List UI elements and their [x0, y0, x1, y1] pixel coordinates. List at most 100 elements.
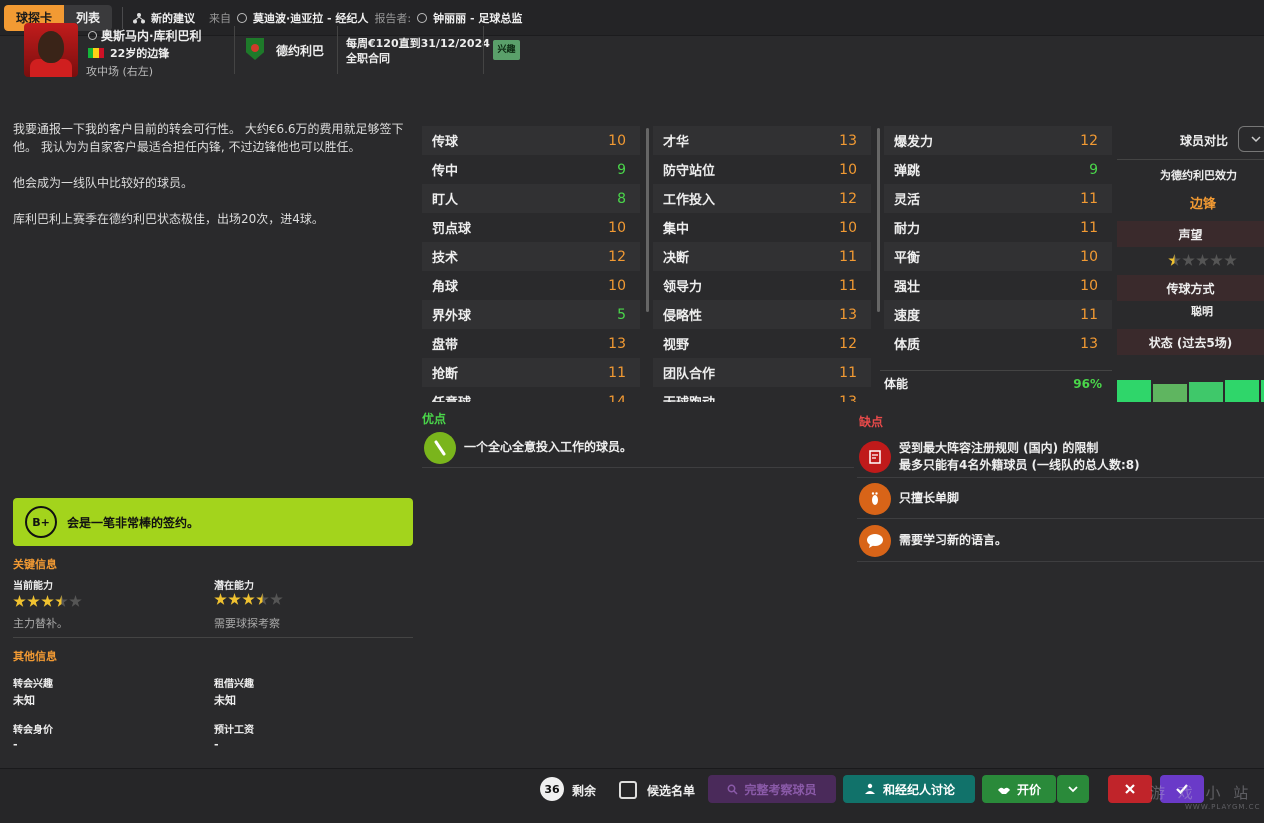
agent-link[interactable]: 莫迪波·迪亚拉 - 经纪人: [253, 10, 368, 26]
attribute-row[interactable]: 决断 11: [653, 242, 871, 271]
other-info-title: 其他信息: [13, 650, 57, 663]
attribute-row[interactable]: 灵活 11: [884, 184, 1112, 213]
offer-options-dropdown[interactable]: [1057, 775, 1089, 803]
compare-dropdown[interactable]: [1238, 126, 1264, 152]
weakness-item: 需要学习新的语言。: [857, 520, 1264, 562]
player-age-role: 22岁的边锋: [110, 47, 170, 60]
full-scout-button[interactable]: 完整考察球员: [708, 775, 836, 803]
attribute-row[interactable]: 弹跳 9: [884, 155, 1112, 184]
attribute-name: 角球: [432, 280, 459, 295]
weakness-text: 只擅长单脚: [899, 491, 960, 505]
attribute-value: 10: [1080, 248, 1098, 265]
recommendation-text: 会是一笔非常棒的签约。: [67, 515, 200, 530]
attribute-row[interactable]: 速度 11: [884, 300, 1112, 329]
reporter-link[interactable]: 钟丽丽 - 足球总监: [433, 10, 522, 26]
attribute-row[interactable]: 无球跑动 13: [653, 387, 871, 403]
attribute-name: 传球: [432, 135, 459, 150]
attribute-row[interactable]: 爆发力 12: [884, 126, 1112, 155]
attribute-row[interactable]: 盘带 13: [422, 329, 640, 358]
wage-label: 预计工资: [214, 725, 254, 736]
attribute-row[interactable]: 体质 13: [884, 329, 1112, 358]
attribute-value: 12: [608, 248, 626, 265]
star-icon: [1224, 254, 1237, 266]
attribute-row[interactable]: 盯人 8: [422, 184, 640, 213]
person-icon: [88, 31, 97, 40]
attribute-name: 速度: [894, 309, 921, 324]
attribute-row[interactable]: 任意球 14: [422, 387, 640, 403]
attribute-value: 13: [839, 132, 857, 149]
attribute-value: 10: [608, 132, 626, 149]
player-name[interactable]: 奥斯马内·库利巴利: [101, 27, 202, 44]
attribute-value: 5: [617, 306, 626, 323]
player-photo[interactable]: [24, 23, 78, 77]
attribute-name: 视野: [663, 338, 690, 353]
footprint-icon: [859, 482, 891, 515]
attribute-name: 工作投入: [663, 193, 716, 208]
attribute-row[interactable]: 工作投入 12: [653, 184, 871, 213]
stamina-label: 体能: [884, 377, 909, 391]
passing-style-label: 传球方式: [1117, 275, 1264, 301]
mental-scrollbar[interactable]: [877, 128, 880, 312]
star-icon: [41, 595, 54, 607]
attribute-row[interactable]: 团队合作 11: [653, 358, 871, 387]
search-icon: [728, 784, 739, 795]
attribute-row[interactable]: 技术 12: [422, 242, 640, 271]
compare-label: 球员对比: [1180, 134, 1229, 148]
attribute-row[interactable]: 强壮 10: [884, 271, 1112, 300]
loan-interest-value: 未知: [214, 694, 236, 707]
potential-ability-note: 需要球探考察: [214, 617, 280, 630]
from-label: 来自: [209, 11, 232, 25]
mental-attributes: 才华 13 防守站位 10 工作投入 12 集中 10 决断 11 领导力 11 侵略性 13 视野 12 团队…: [653, 126, 871, 402]
shortlist-label[interactable]: 候选名单: [647, 782, 695, 799]
physical-attributes: 爆发力 12 弹跳 9 灵活 11 耐力 11 平衡 10 强壮 10 速度 11 体质 13: [884, 126, 1112, 366]
attribute-name: 抢断: [432, 367, 459, 382]
attribute-name: 防守站位: [663, 164, 716, 179]
attribute-value: 11: [1080, 306, 1098, 323]
attribute-row[interactable]: 视野 12: [653, 329, 871, 358]
transfer-interest-value: 未知: [13, 694, 35, 707]
attribute-row[interactable]: 防守站位 10: [653, 155, 871, 184]
transfer-interest-label: 转会兴趣: [13, 679, 53, 690]
attribute-row[interactable]: 耐力 11: [884, 213, 1112, 242]
attribute-value: 14: [608, 393, 626, 403]
player-position: 攻中场 (右左): [86, 65, 154, 78]
attribute-row[interactable]: 传中 9: [422, 155, 640, 184]
offer-button[interactable]: 开价: [982, 775, 1056, 803]
attribute-row[interactable]: 侵略性 13: [653, 300, 871, 329]
attribute-value: 10: [839, 219, 857, 236]
attribute-row[interactable]: 罚点球 10: [422, 213, 640, 242]
attribute-row[interactable]: 角球 10: [422, 271, 640, 300]
discuss-agent-button[interactable]: 和经纪人讨论: [843, 775, 975, 803]
chevron-down-icon: [1251, 136, 1261, 143]
divider: [122, 6, 124, 29]
shortlist-checkbox[interactable]: [619, 781, 637, 799]
attribute-row[interactable]: 集中 10: [653, 213, 871, 242]
attribute-row[interactable]: 传球 10: [422, 126, 640, 155]
player-name-row[interactable]: 奥斯马内·库利巴利: [88, 27, 202, 44]
club-badge-icon[interactable]: [246, 38, 264, 60]
attribute-value: 8: [617, 190, 626, 207]
divider: [234, 26, 235, 74]
weakness-text: 受到最大阵容注册规则 (国内) 的限制 最多只能有4名外籍球员 (一线队的总人数…: [899, 440, 1140, 474]
technical-scrollbar[interactable]: [646, 128, 649, 312]
suggestion-title: 新的建议: [151, 11, 196, 25]
attribute-row[interactable]: 才华 13: [653, 126, 871, 155]
attribute-value: 11: [839, 248, 857, 265]
form-bar: [1189, 382, 1223, 402]
stamina-row: 体能 96%: [880, 370, 1112, 396]
attribute-name: 集中: [663, 222, 690, 237]
current-ability-label: 当前能力: [13, 581, 53, 592]
attribute-row[interactable]: 平衡 10: [884, 242, 1112, 271]
weakness-line: 受到最大阵容注册规则 (国内) 的限制: [899, 440, 1099, 455]
player-age-row: 22岁的边锋: [88, 45, 169, 61]
stamina-value: 96%: [1073, 376, 1102, 391]
star-icon: [256, 593, 269, 605]
chevron-down-icon: [1068, 786, 1078, 793]
recommendation-banner: B+ 会是一笔非常棒的签约。: [13, 498, 413, 546]
club-name[interactable]: 德约利巴: [276, 42, 324, 59]
attribute-row[interactable]: 抢断 11: [422, 358, 640, 387]
attribute-row[interactable]: 领导力 11: [653, 271, 871, 300]
attribute-name: 盘带: [432, 338, 459, 353]
attribute-row[interactable]: 界外球 5: [422, 300, 640, 329]
reject-button[interactable]: [1108, 775, 1152, 803]
